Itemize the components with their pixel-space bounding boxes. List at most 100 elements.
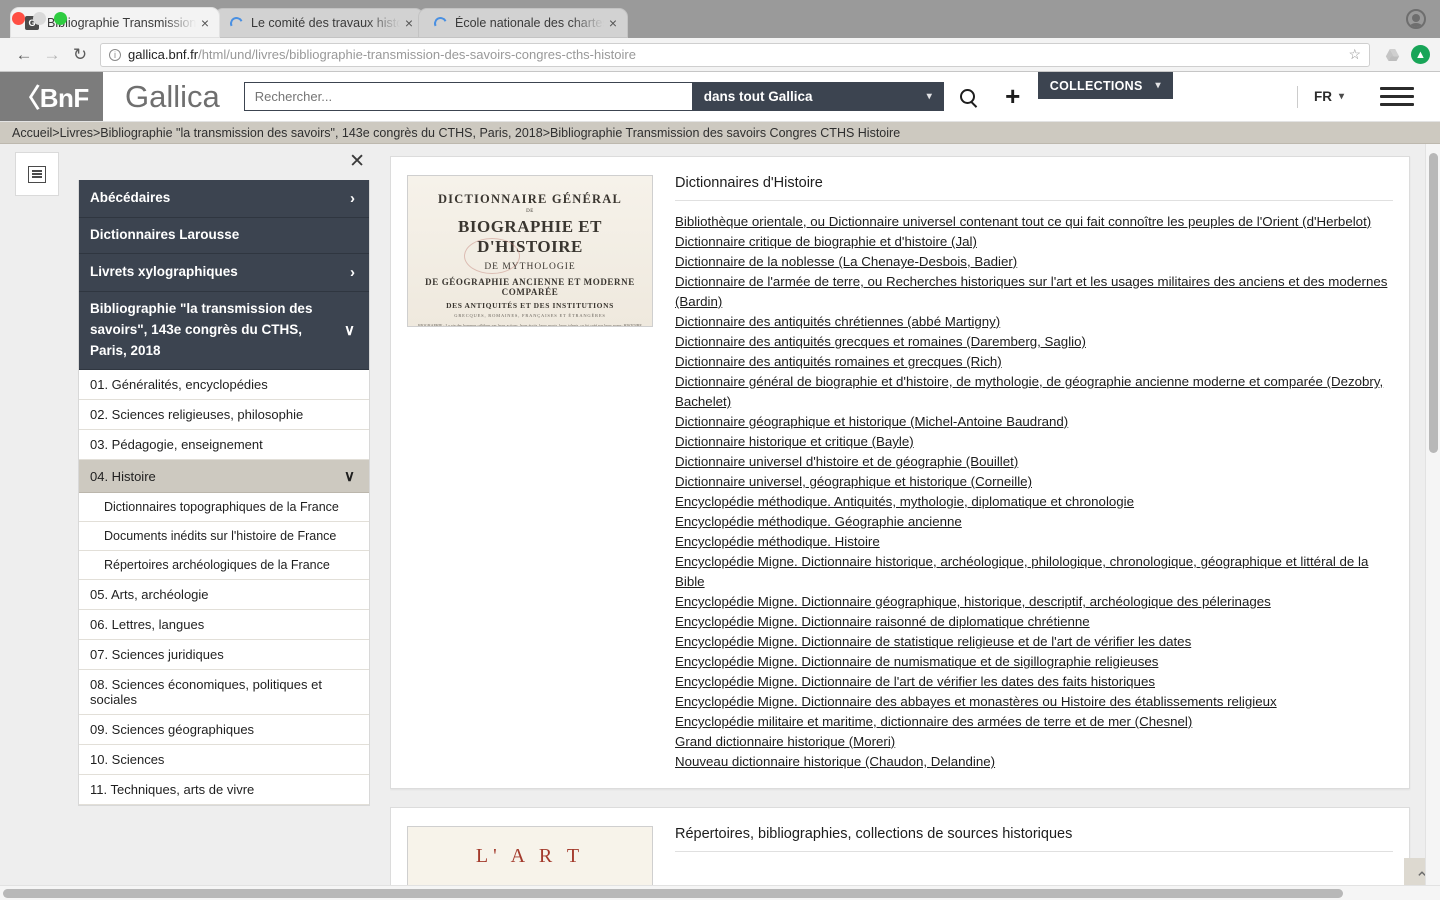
content-link[interactable]: Dictionnaire historique et critique (Bay… <box>675 432 1393 452</box>
sidebar-item-14[interactable]: 08. Sciences économiques, politiques et … <box>79 670 369 716</box>
content-link[interactable]: Dictionnaire des antiquités romaines et … <box>675 352 1393 372</box>
sidebar-subitem-10[interactable]: Répertoires archéologiques de la France <box>79 551 369 581</box>
sidebar-group-2[interactable]: Livrets xylographiques › <box>79 254 369 293</box>
sidebar-item-6[interactable]: 03. Pédagogie, enseignement <box>79 430 369 461</box>
content-link[interactable]: Encyclopédie Migne. Dictionnaire raisonn… <box>675 612 1393 632</box>
bnf-logo[interactable]: 〈BnF <box>0 72 103 121</box>
collections-dropdown[interactable]: COLLECTIONS ▾ <box>1037 72 1173 99</box>
content-link[interactable]: Encyclopédie méthodique. Géographie anci… <box>675 512 1393 532</box>
burger-line <box>1380 103 1414 106</box>
toolbar-right-actions: ▲ <box>1384 45 1430 64</box>
vertical-scrollbar-thumb[interactable] <box>1429 153 1438 453</box>
breadcrumb-item-3: Bibliographie Transmission des savoirs C… <box>550 125 901 140</box>
content-link[interactable]: Dictionnaire critique de biographie et d… <box>675 232 1393 252</box>
content-link[interactable]: Encyclopédie Migne. Dictionnaire de stat… <box>675 632 1393 652</box>
window-traffic-lights[interactable] <box>12 12 67 25</box>
sidebar-group-3[interactable]: Bibliographie "la transmission des savoi… <box>79 292 369 371</box>
content-link[interactable]: Dictionnaire des antiquités grecques et … <box>675 332 1393 352</box>
content-link[interactable]: Dictionnaire général de biographie et d'… <box>675 372 1393 412</box>
gallica-site-header: 〈BnF Gallica dans tout Gallica ▾ + COLLE… <box>0 72 1440 122</box>
sidebar: ✕ Abécédaires › Dictionnaires Larousse Livr… <box>0 144 390 900</box>
forward-button[interactable]: → <box>38 41 66 69</box>
toggle-sidebar-button[interactable] <box>15 152 59 196</box>
sidebar-item-5[interactable]: 02. Sciences religieuses, philosophie <box>79 400 369 431</box>
search-scope-dropdown[interactable]: dans tout Gallica ▾ <box>691 82 944 111</box>
sidebar-item-12[interactable]: 06. Lettres, langues <box>79 610 369 641</box>
content-link[interactable]: Dictionnaire de l'armée de terre, ou Rec… <box>675 272 1393 312</box>
language-selector[interactable]: FR ▾ <box>1314 89 1344 104</box>
section-thumbnail[interactable]: L' A R T <box>407 826 653 886</box>
content-link[interactable]: Dictionnaire universel, géographique et … <box>675 472 1393 492</box>
search-icon <box>960 89 976 104</box>
content-link[interactable]: Encyclopédie militaire et maritime, dict… <box>675 712 1393 732</box>
sidebar-item-17[interactable]: 11. Techniques, arts de vivre <box>79 775 369 806</box>
thumb-line-4: DE GÉOGRAPHIE ANCIENNE ET MODERNE COMPAR… <box>425 277 635 297</box>
breadcrumb-item-0[interactable]: Accueil <box>12 126 52 140</box>
browser-toolbar: ← → ↻ i gallica.bnf.fr/html/und/livres/b… <box>0 38 1440 72</box>
close-window-button[interactable] <box>12 12 25 25</box>
sidebar-item-4[interactable]: 01. Généralités, encyclopédies <box>79 370 369 401</box>
thumb-line-1: DICTIONNAIRE GÉNÉRAL <box>437 192 623 206</box>
content-link[interactable]: Bibliothèque orientale, ou Dictionnaire … <box>675 212 1393 232</box>
back-button[interactable]: ← <box>10 41 38 69</box>
address-bar[interactable]: i gallica.bnf.fr/html/und/livres/bibliog… <box>100 42 1370 67</box>
page-body: ✕ Abécédaires › Dictionnaires Larousse Livr… <box>0 144 1440 900</box>
close-tab-button[interactable]: × <box>604 16 622 30</box>
sidebar-subitem-9[interactable]: Documents inédits sur l'histoire de Fran… <box>79 522 369 552</box>
content-link[interactable]: Dictionnaire géographique et historique … <box>675 412 1393 432</box>
bookmark-star-icon[interactable]: ☆ <box>1348 46 1361 63</box>
content-link[interactable]: Encyclopédie méthodique. Antiquités, myt… <box>675 492 1393 512</box>
reload-button[interactable]: ↻ <box>66 41 94 69</box>
close-tab-button[interactable]: × <box>400 16 418 30</box>
content-link[interactable]: Nouveau dictionnaire historique (Chaudon… <box>675 752 1393 772</box>
browser-tab-2[interactable]: Le comité des travaux historiqu × <box>214 8 424 38</box>
horizontal-scrollbar[interactable] <box>0 885 1440 900</box>
thumbnail-image: DICTIONNAIRE GÉNÉRAL DE BIOGRAPHIE ET D'… <box>408 176 652 326</box>
google-drive-icon[interactable] <box>1384 47 1401 63</box>
section-thumbnail[interactable]: DICTIONNAIRE GÉNÉRAL DE BIOGRAPHIE ET D'… <box>407 175 653 327</box>
maximize-window-button[interactable] <box>54 12 67 25</box>
sidebar-nav-list: Abécédaires › Dictionnaires Larousse Livret… <box>78 180 370 807</box>
minimize-window-button[interactable] <box>33 12 46 25</box>
language-label: FR <box>1313 89 1332 104</box>
gallica-wordmark[interactable]: Gallica <box>103 72 244 121</box>
sidebar-item-7[interactable]: 04. Histoire ∨ <box>79 460 369 494</box>
sidebar-group-0[interactable]: Abécédaires › <box>79 180 369 219</box>
horizontal-scrollbar-thumb[interactable] <box>3 889 1343 898</box>
chevron-down-icon: ▾ <box>1155 80 1161 91</box>
sidebar-item-11[interactable]: 05. Arts, archéologie <box>79 580 369 611</box>
sidebar-subitem-8[interactable]: Dictionnaires topographiques de la Franc… <box>79 493 369 523</box>
menu-button[interactable] <box>1380 87 1414 106</box>
advanced-search-button[interactable]: + <box>992 72 1034 121</box>
close-sidebar-button[interactable]: ✕ <box>349 152 365 171</box>
main-content: DICTIONNAIRE GÉNÉRAL DE BIOGRAPHIE ET D'… <box>390 144 1440 900</box>
sidebar-item-15[interactable]: 09. Sciences géographiques <box>79 715 369 746</box>
content-link[interactable]: Dictionnaire universel d'histoire et de … <box>675 452 1393 472</box>
vertical-scrollbar[interactable] <box>1425 144 1440 900</box>
sidebar-item-16[interactable]: 10. Sciences <box>79 745 369 776</box>
sidebar-item-label: Dictionnaires Larousse <box>90 227 240 243</box>
sidebar-item-13[interactable]: 07. Sciences juridiques <box>79 640 369 671</box>
breadcrumb-item-1[interactable]: Livres <box>60 126 93 140</box>
content-link[interactable]: Encyclopédie Migne. Dictionnaire de l'ar… <box>675 672 1393 692</box>
breadcrumb: Accueil > Livres > Bibliographie "la tra… <box>0 122 1440 144</box>
content-link[interactable]: Encyclopédie méthodique. Histoire <box>675 532 1393 552</box>
site-info-icon[interactable]: i <box>109 48 121 61</box>
update-upload-icon[interactable]: ▲ <box>1411 45 1430 64</box>
profile-avatar-icon[interactable] <box>1406 9 1426 29</box>
content-link[interactable]: Encyclopédie Migne. Dictionnaire géograp… <box>675 592 1393 612</box>
sidebar-item-label: 07. Sciences juridiques <box>90 647 224 663</box>
content-link[interactable]: Encyclopédie Migne. Dictionnaire histori… <box>675 552 1393 592</box>
close-tab-button[interactable]: × <box>196 16 214 30</box>
breadcrumb-item-2[interactable]: Bibliographie "la transmission des savoi… <box>100 126 542 140</box>
sidebar-group-1[interactable]: Dictionnaires Larousse <box>79 218 369 255</box>
content-link[interactable]: Dictionnaire des antiquités chrétiennes … <box>675 312 1393 332</box>
content-link[interactable]: Encyclopédie Migne. Dictionnaire des abb… <box>675 692 1393 712</box>
content-link[interactable]: Encyclopédie Migne. Dictionnaire de numi… <box>675 652 1393 672</box>
search-input[interactable] <box>243 82 692 111</box>
browser-tab-3[interactable]: École nationale des chartes | × <box>418 8 628 38</box>
content-link[interactable]: Grand dictionnaire historique (Moreri) <box>675 732 1393 752</box>
search-submit-button[interactable] <box>944 72 992 121</box>
content-link[interactable]: Dictionnaire de la noblesse (La Chenaye-… <box>675 252 1393 272</box>
sidebar-item-label: 02. Sciences religieuses, philosophie <box>90 407 304 423</box>
